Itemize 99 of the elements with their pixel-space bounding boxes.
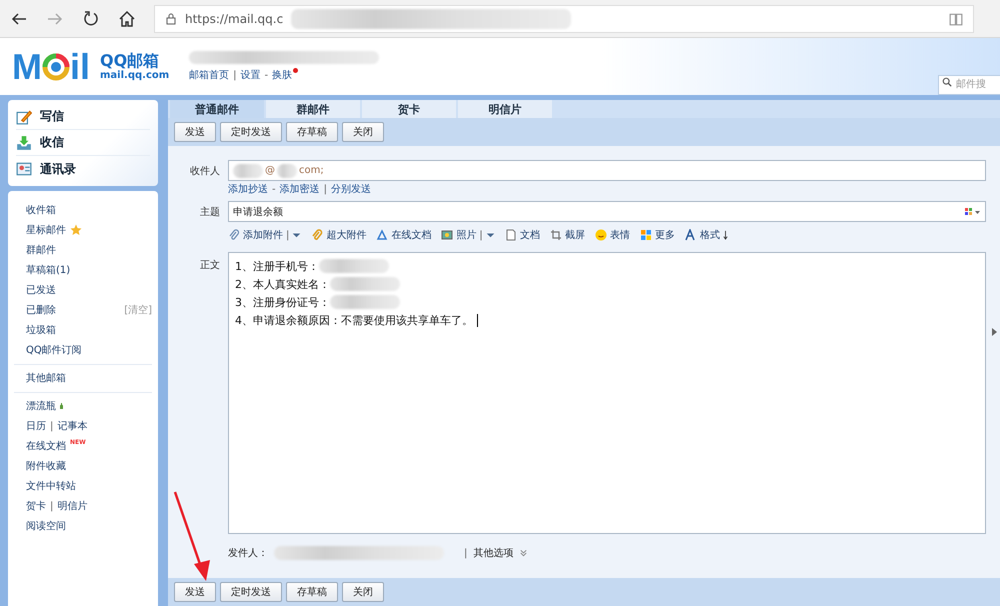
- separator-text: |: [286, 230, 290, 240]
- toolbar-button[interactable]: 关闭: [342, 122, 384, 142]
- separator-text: -: [264, 70, 268, 80]
- home-icon[interactable]: [118, 10, 136, 28]
- reload-icon[interactable]: [82, 10, 100, 28]
- separator-text: |: [324, 184, 327, 194]
- editor-tool[interactable]: 照片 |: [441, 228, 495, 242]
- color-picker-icon[interactable]: [965, 208, 981, 216]
- separator-text: -: [272, 184, 276, 194]
- field-label: 收件人: [189, 164, 220, 178]
- book-icon[interactable]: [949, 12, 963, 26]
- expand-arrow-icon[interactable]: [992, 328, 997, 336]
- photo-icon: [441, 229, 454, 241]
- logo[interactable]: M il: [12, 48, 90, 84]
- header-link[interactable]: 邮箱首页: [189, 68, 230, 82]
- address-bar[interactable]: https://mail.qq.c: [154, 4, 974, 32]
- body-text-line: 3、注册身份证号：: [235, 294, 330, 310]
- body-text-line: 4、申请退余额原因：不需要使用该共享单车了。: [235, 312, 473, 328]
- blurred-text: [277, 164, 297, 178]
- toolbar-button[interactable]: 发送: [174, 582, 216, 602]
- body-text-line: 2、本人真实姓名：: [235, 276, 330, 292]
- folder-link[interactable]: 记事本: [57, 419, 88, 433]
- toolbar-button[interactable]: 存草稿: [286, 582, 338, 602]
- folder-link[interactable]: 草稿箱(1): [26, 263, 70, 277]
- compose-tab[interactable]: 明信片: [458, 100, 552, 118]
- inbox-download-icon: [16, 134, 32, 150]
- folder-link[interactable]: 星标邮件: [26, 223, 66, 237]
- bottle-icon: [60, 400, 66, 412]
- pencil-icon: [16, 108, 32, 124]
- subject-field[interactable]: 申请退余额: [228, 201, 986, 222]
- folder-link[interactable]: 收件箱: [26, 203, 56, 217]
- separator-text: |: [464, 548, 468, 558]
- folder-link[interactable]: 群邮件: [26, 243, 56, 257]
- toolbar-button[interactable]: 定时发送: [220, 122, 282, 142]
- editor-tool[interactable]: 表情: [594, 228, 630, 242]
- contact-card-icon: [16, 161, 32, 177]
- folder-link[interactable]: QQ邮件订阅: [26, 343, 82, 357]
- separator-text: |: [50, 500, 54, 512]
- brand-domain: mail.qq.com: [100, 70, 170, 81]
- header-link[interactable]: 设置: [240, 68, 261, 82]
- brand-name: QQ邮箱: [100, 52, 160, 70]
- folder-link[interactable]: 其他邮箱: [26, 371, 66, 385]
- compose-tab[interactable]: 贺卡: [362, 100, 456, 118]
- font-icon: [684, 229, 697, 241]
- lock-icon: [165, 12, 177, 24]
- folder-link[interactable]: 已删除: [26, 303, 56, 317]
- toolbar-button[interactable]: 定时发送: [220, 582, 282, 602]
- screenshot-icon: [550, 229, 562, 241]
- folder-link[interactable]: 在线文档: [26, 439, 66, 453]
- document-icon: [504, 229, 517, 241]
- folder-link[interactable]: 文件中转站: [26, 479, 76, 493]
- editor-tool[interactable]: 在线文档: [376, 228, 432, 242]
- separator-text: |: [50, 420, 54, 432]
- separator-text: |: [233, 70, 237, 80]
- more-options-link[interactable]: 其他选项: [473, 546, 514, 560]
- recipient-option-link[interactable]: 添加抄送: [228, 182, 268, 196]
- editor-tool[interactable]: 添加附件 |: [228, 228, 302, 242]
- triangle-nodes-icon: [376, 229, 388, 241]
- folder-link[interactable]: 垃圾箱: [26, 323, 56, 337]
- folder-link[interactable]: 漂流瓶: [26, 399, 56, 413]
- blurred-text: [233, 164, 263, 178]
- header-link[interactable]: 换肤: [272, 68, 292, 82]
- recipient-option-link[interactable]: 分别发送: [330, 182, 371, 196]
- editor-tool[interactable]: 截屏: [550, 228, 585, 242]
- quick-action-link[interactable]: 通讯录: [16, 156, 150, 182]
- compose-tab[interactable]: 群邮件: [266, 100, 360, 118]
- recipient-option-link[interactable]: 添加密送: [280, 182, 320, 196]
- editor-tool[interactable]: 更多: [640, 228, 675, 242]
- quick-action-link[interactable]: 写信: [16, 104, 150, 130]
- search-icon: [942, 77, 952, 87]
- smiley-icon: [594, 229, 607, 241]
- editor-tool[interactable]: 超大附件: [311, 228, 366, 242]
- quick-action-link[interactable]: 收信: [16, 130, 150, 156]
- editor-tool[interactable]: 文档: [504, 228, 540, 242]
- grid-icon: [640, 229, 652, 241]
- search-field[interactable]: 邮件搜: [938, 74, 1000, 94]
- folder-link[interactable]: 附件收藏: [26, 459, 66, 473]
- folder-link[interactable]: 贺卡: [26, 499, 46, 513]
- star-icon: [70, 224, 82, 236]
- sender-label: 发件人：: [228, 547, 268, 560]
- field-label: 主题: [199, 206, 220, 218]
- folder-link[interactable]: 阅读空间: [26, 519, 66, 533]
- message-body-field[interactable]: 1、注册手机号： 2、本人真实姓名： 3、注册身份证号： 4、申请退余额原因：不需要使用该共享单车了。: [228, 252, 986, 534]
- separator-text: |: [479, 230, 483, 240]
- folder-link[interactable]: 已发送: [26, 283, 56, 297]
- paperclip-icon: [311, 229, 324, 241]
- double-chevron-icon[interactable]: [519, 547, 528, 559]
- folder-link[interactable]: 明信片: [57, 499, 88, 513]
- recipient-field[interactable]: @ com;: [228, 160, 986, 181]
- down-arrow-icon: [722, 229, 728, 241]
- body-text-line: 1、注册手机号：: [235, 258, 319, 274]
- editor-tool[interactable]: 格式: [684, 228, 728, 242]
- paperclip-icon: [228, 229, 240, 241]
- toolbar-button[interactable]: 发送: [174, 122, 216, 142]
- folder-link[interactable]: 日历: [26, 419, 46, 433]
- toolbar-button[interactable]: 关闭: [342, 582, 384, 602]
- compose-tab[interactable]: 普通邮件: [170, 100, 264, 118]
- toolbar-button[interactable]: 存草稿: [286, 122, 338, 142]
- field-label: 正文: [199, 258, 220, 272]
